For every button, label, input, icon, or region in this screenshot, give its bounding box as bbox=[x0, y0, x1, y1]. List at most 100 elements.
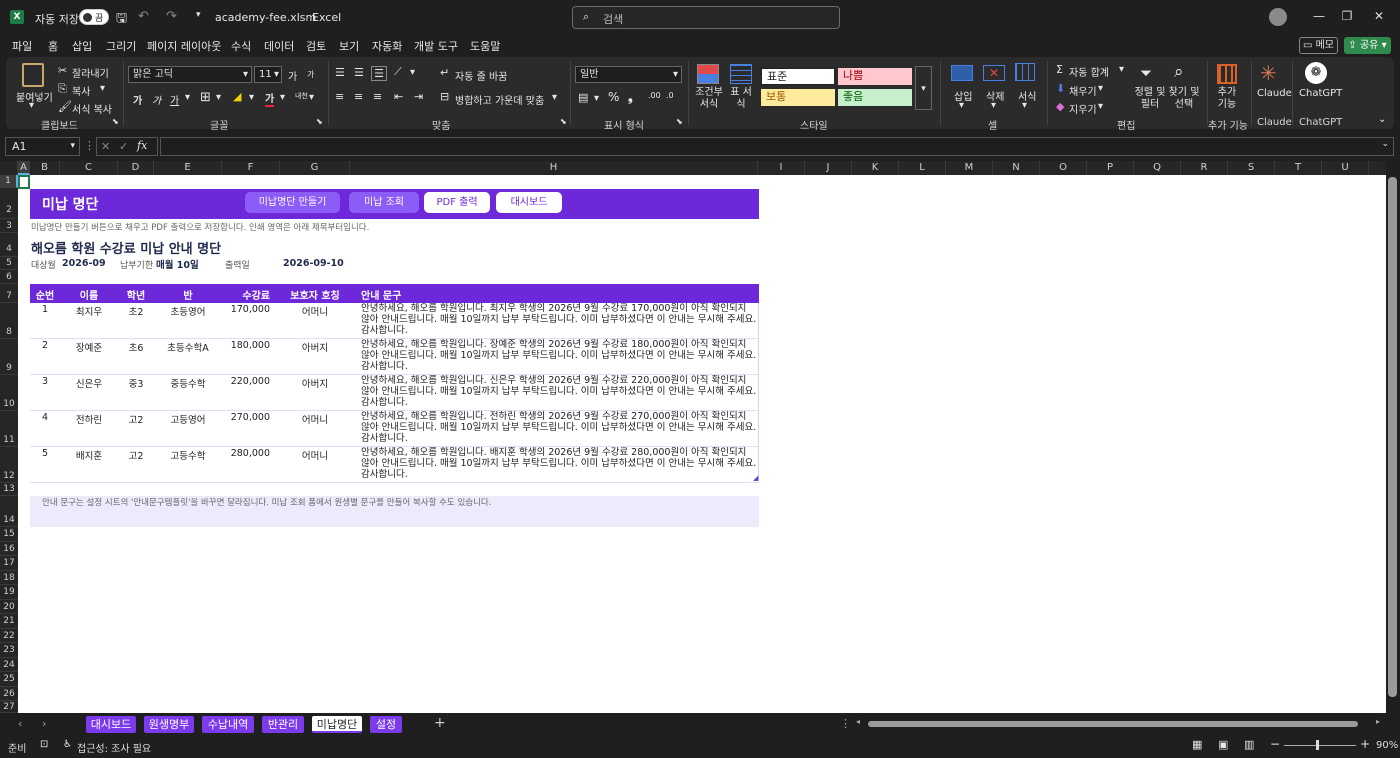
font-size-select[interactable]: 11 ▾ bbox=[254, 66, 282, 83]
chatgpt-icon[interactable]: ❁ bbox=[1305, 62, 1327, 84]
autosum-dropdown-icon[interactable]: ▾ bbox=[1119, 64, 1124, 75]
row-header-3[interactable]: 3 bbox=[0, 219, 18, 233]
column-header-j[interactable]: J bbox=[805, 161, 852, 175]
phonetic-dropdown-icon[interactable]: ▾ bbox=[309, 92, 314, 103]
tab-dashboard[interactable]: 대시보드 bbox=[86, 716, 136, 733]
column-header-c[interactable]: C bbox=[60, 161, 118, 175]
page-break-view-icon[interactable]: ▥ bbox=[1244, 738, 1254, 751]
accounting-format-icon[interactable]: ▤ bbox=[578, 91, 588, 104]
phonetic-button[interactable]: 내천 bbox=[295, 91, 308, 101]
addins-icon[interactable] bbox=[1217, 64, 1237, 84]
orientation-icon[interactable]: ⟋ bbox=[394, 65, 402, 79]
prev-sheet-icon[interactable]: ‹ bbox=[18, 717, 22, 730]
align-middle-icon[interactable]: ☰ bbox=[354, 66, 364, 79]
format-cells-button[interactable]: 서식 bbox=[1018, 88, 1036, 103]
autosum-icon[interactable]: Σ bbox=[1056, 63, 1063, 76]
active-cell-a1[interactable] bbox=[18, 175, 30, 189]
minimize-icon[interactable]: — bbox=[1312, 9, 1326, 23]
zoom-slider-thumb[interactable] bbox=[1316, 740, 1319, 750]
wrap-text-icon[interactable]: ↵ bbox=[440, 66, 449, 79]
column-header-r[interactable]: R bbox=[1181, 161, 1228, 175]
dashboard-button[interactable]: 대시보드 bbox=[496, 192, 562, 213]
italic-button[interactable]: 가 bbox=[152, 92, 161, 107]
fill-color-icon[interactable]: ◢ bbox=[233, 90, 241, 103]
copy-dropdown-icon[interactable]: ▾ bbox=[100, 83, 105, 94]
paste-dropdown-icon[interactable]: ▾ bbox=[29, 100, 34, 111]
copy-button[interactable]: 복사 bbox=[72, 83, 90, 98]
column-header-a[interactable]: A bbox=[18, 161, 30, 175]
row-header-14[interactable]: 14 bbox=[0, 496, 18, 527]
column-header-m[interactable]: M bbox=[946, 161, 993, 175]
increase-decimal-icon[interactable]: .00 bbox=[648, 91, 661, 100]
accessibility-icon[interactable]: ♿ bbox=[63, 739, 72, 750]
insert-cells-icon[interactable] bbox=[951, 65, 973, 81]
fill-icon[interactable]: ⬇ bbox=[1056, 82, 1065, 95]
addins-button[interactable]: 추가 기능 bbox=[1214, 87, 1240, 111]
sort-filter-button[interactable]: 정렬 및 필터 bbox=[1134, 87, 1166, 111]
column-header-e[interactable]: E bbox=[154, 161, 222, 175]
row-header-22[interactable]: 22 bbox=[0, 629, 18, 643]
borders-icon[interactable]: ⊞ bbox=[200, 90, 211, 105]
borders-dropdown-icon[interactable]: ▾ bbox=[216, 92, 221, 103]
delete-cells-icon[interactable]: ✕ bbox=[983, 65, 1005, 81]
vertical-scrollbar[interactable] bbox=[1386, 175, 1400, 713]
row-header-16[interactable]: 16 bbox=[0, 542, 18, 556]
menu-insert[interactable]: 삽입 bbox=[72, 38, 92, 54]
row-header-21[interactable]: 21 bbox=[0, 614, 18, 629]
enter-icon[interactable]: ✓ bbox=[119, 140, 128, 153]
font-launcher-icon[interactable]: ⬊ bbox=[316, 117, 323, 126]
format-dropdown-icon[interactable]: ▾ bbox=[1022, 100, 1027, 111]
select-all-corner[interactable] bbox=[0, 161, 18, 175]
styles-gallery-expand-icon[interactable]: ▾ bbox=[915, 66, 932, 110]
find-select-button[interactable]: 찾기 및 선택 bbox=[1168, 87, 1200, 111]
cancel-icon[interactable]: ✕ bbox=[101, 140, 110, 153]
row-header-26[interactable]: 26 bbox=[0, 687, 18, 701]
menu-view[interactable]: 보기 bbox=[339, 38, 359, 54]
menu-data[interactable]: 데이터 bbox=[264, 38, 294, 54]
bold-button[interactable]: 가 bbox=[133, 92, 142, 107]
zoom-out-icon[interactable]: − bbox=[1270, 737, 1280, 751]
build-unpaid-list-button[interactable]: 미납명단 만들기 bbox=[245, 192, 340, 213]
column-header-t[interactable]: T bbox=[1275, 161, 1322, 175]
row-header-23[interactable]: 23 bbox=[0, 643, 18, 658]
style-normal[interactable]: 표준 bbox=[761, 68, 835, 85]
horizontal-scroll-thumb[interactable] bbox=[868, 721, 1358, 727]
column-header-i[interactable]: I bbox=[758, 161, 805, 175]
decrease-indent-icon[interactable]: ⇤ bbox=[394, 90, 403, 103]
worksheet-grid[interactable]: 미납 명단 미납명단 만들기 미납 조회 PDF 출력 대시보드 미납명단 만들… bbox=[18, 175, 1386, 713]
menu-review[interactable]: 검토 bbox=[306, 38, 326, 54]
clear-icon[interactable]: ◆ bbox=[1056, 100, 1064, 113]
column-header-g[interactable]: G bbox=[280, 161, 350, 175]
search-box[interactable]: ⌕ 검색 bbox=[572, 6, 840, 29]
format-painter-icon[interactable]: 🖌 bbox=[58, 100, 72, 113]
column-header-q[interactable]: Q bbox=[1134, 161, 1181, 175]
wrap-text-button[interactable]: 자동 줄 바꿈 bbox=[455, 68, 507, 83]
menu-draw[interactable]: 그리기 bbox=[106, 38, 136, 54]
autosave-toggle[interactable]: 끔 bbox=[79, 9, 109, 25]
menu-automate[interactable]: 자동화 bbox=[372, 38, 402, 54]
accounting-dropdown-icon[interactable]: ▾ bbox=[594, 93, 599, 104]
accessibility-status[interactable]: 접근성: 조사 필요 bbox=[77, 740, 151, 755]
format-as-table-icon[interactable] bbox=[730, 64, 752, 84]
zoom-in-icon[interactable]: + bbox=[1360, 737, 1370, 751]
format-painter-button[interactable]: 서식 복사 bbox=[72, 101, 112, 116]
column-header-f[interactable]: F bbox=[222, 161, 280, 175]
row-header-1[interactable]: 1 bbox=[0, 175, 18, 188]
row-header-12[interactable]: 12 bbox=[0, 447, 18, 483]
row-header-15[interactable]: 15 bbox=[0, 527, 18, 542]
fill-button[interactable]: 채우기 bbox=[1069, 83, 1097, 98]
row-header-13[interactable]: 13 bbox=[0, 483, 18, 496]
align-bottom-icon[interactable]: ☰ bbox=[371, 66, 387, 81]
align-right-icon[interactable]: ≡ bbox=[373, 90, 382, 103]
menu-page-layout[interactable]: 페이지 레이아웃 bbox=[147, 38, 221, 54]
column-header-k[interactable]: K bbox=[852, 161, 899, 175]
align-top-icon[interactable]: ☰ bbox=[335, 66, 345, 79]
tab-payments[interactable]: 수납내역 bbox=[202, 716, 254, 733]
clipboard-launcher-icon[interactable]: ⬊ bbox=[112, 117, 119, 126]
close-icon[interactable]: ✕ bbox=[1372, 9, 1386, 23]
style-neutral[interactable]: 보통 bbox=[761, 89, 835, 106]
macro-record-icon[interactable]: ⊡ bbox=[40, 739, 48, 750]
comma-style-icon[interactable]: ❟ bbox=[628, 90, 633, 105]
style-bad[interactable]: 나쁨 bbox=[838, 68, 912, 85]
conditional-format-button[interactable]: 조건부 서식 bbox=[695, 87, 723, 111]
